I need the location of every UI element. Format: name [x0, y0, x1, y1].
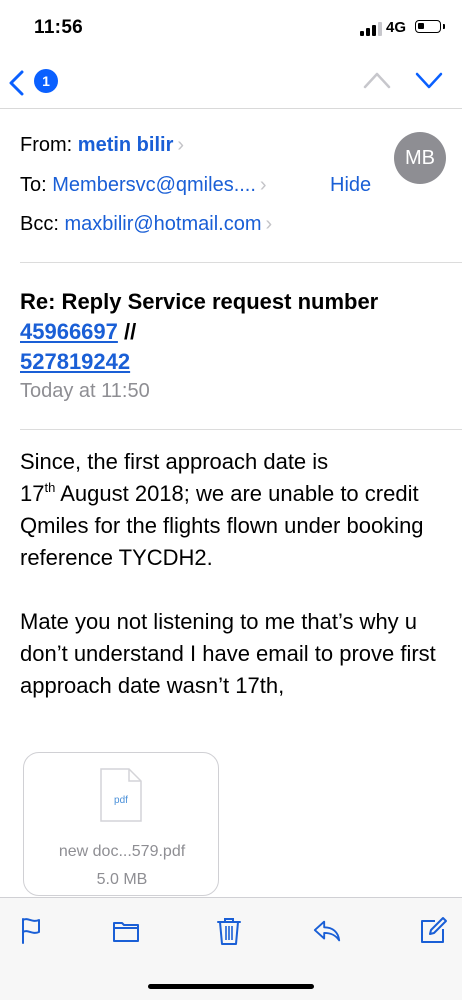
to-row: To: Membersvc@qmiles.... › [20, 174, 267, 197]
subject-prefix: Re: Reply Service request number [20, 289, 379, 314]
subject-divider [20, 429, 462, 430]
chevron-left-icon [9, 70, 24, 96]
header-divider [20, 262, 462, 263]
subject: Re: Reply Service request number 4596669… [20, 287, 440, 377]
subject-separator: // [124, 319, 137, 344]
to-recipient[interactable]: Membersvc@qmiles.... [52, 174, 256, 196]
reply-icon[interactable] [312, 916, 342, 946]
body-paragraph: Mate you not listening to me that’s why … [20, 609, 436, 698]
to-label: To: [20, 174, 47, 196]
flag-icon[interactable] [17, 916, 47, 946]
from-sender[interactable]: metin bilir [78, 134, 174, 156]
network-label: 4G [386, 19, 407, 36]
battery-icon [415, 20, 441, 33]
back-button[interactable]: 1 [8, 66, 64, 98]
status-time: 11:56 [34, 17, 84, 38]
bcc-row: Bcc: maxbilir@hotmail.com › [20, 213, 272, 236]
chevron-right-icon: › [259, 174, 267, 196]
body-paragraph: Since, the first approach date is 17th Au… [20, 449, 424, 570]
subject-reference-link[interactable]: 527819242 [20, 349, 130, 374]
svg-text:pdf: pdf [114, 795, 128, 806]
battery-level [418, 23, 424, 29]
attachment-size: 5.0 MB [96, 871, 148, 888]
mail-screen: 11:56 4G 1 From: metin bilir › To: Membe… [0, 0, 462, 1000]
bcc-label: Bcc: [20, 213, 59, 235]
status-bar: 11:56 4G [0, 0, 462, 56]
from-row: From: metin bilir › [20, 134, 184, 157]
chevron-right-icon: › [265, 213, 273, 235]
from-label: From: [20, 134, 73, 156]
hide-details-link[interactable]: Hide [330, 174, 371, 197]
attachment-name: new doc...579.pdf [58, 843, 186, 860]
compose-icon[interactable] [418, 916, 448, 946]
nav-bar: 1 [0, 56, 462, 109]
trash-icon[interactable] [214, 916, 244, 946]
chevron-down-icon[interactable] [414, 70, 444, 90]
unread-badge: 1 [34, 69, 58, 93]
chevron-up-icon[interactable] [362, 70, 392, 90]
subject-reference-link[interactable]: 45966697 [20, 319, 118, 344]
pdf-file-icon: pdf [100, 768, 142, 822]
folder-icon[interactable] [111, 916, 141, 946]
chevron-right-icon: › [177, 134, 185, 156]
pdf-attachment[interactable]: pdf new doc...579.pdf 5.0 MB [23, 752, 219, 896]
signal-icon [360, 22, 382, 36]
bcc-recipient[interactable]: maxbilir@hotmail.com [64, 213, 261, 235]
message-body: Since, the first approach date is 17th Au… [20, 446, 450, 702]
avatar[interactable]: MB [394, 132, 446, 184]
message-date: Today at 11:50 [20, 380, 150, 402]
battery-cap [443, 24, 445, 29]
home-indicator[interactable] [148, 984, 314, 989]
